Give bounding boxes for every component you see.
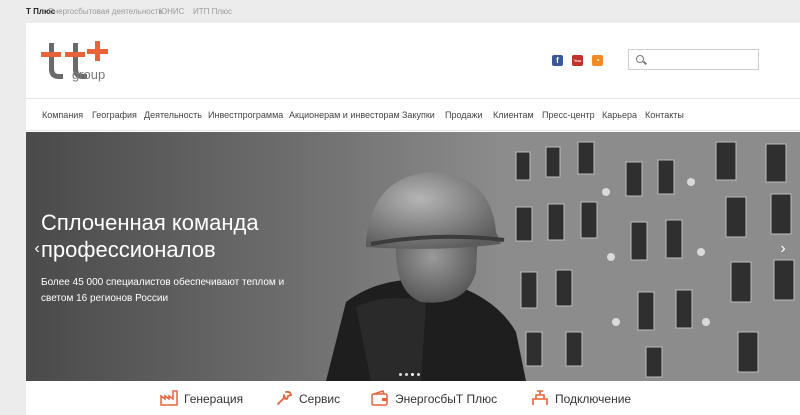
nav-item-press[interactable]: Пресс-центр	[542, 110, 595, 120]
facebook-icon[interactable]: f	[552, 55, 563, 66]
top-site-switcher: Т Плюс Энергосбытовая деятельность ЮНИС …	[0, 0, 800, 23]
main-nav: Компания География Деятельность Инвестпр…	[26, 99, 800, 130]
nav-item-company[interactable]: Компания	[42, 110, 83, 120]
nav-item-investors[interactable]: Акционерам и инвесторам	[289, 110, 400, 120]
logo-group-text: group	[72, 67, 106, 82]
nav-item-activity[interactable]: Деятельность	[144, 110, 202, 120]
slider-dot[interactable]	[417, 373, 420, 376]
chevron-right-icon[interactable]: ›	[776, 240, 790, 258]
nav-item-clients[interactable]: Клиентам	[493, 110, 534, 120]
site-link-itp[interactable]: ИТП Плюс	[193, 7, 232, 16]
wrench-icon	[277, 390, 293, 405]
search-input[interactable]	[649, 52, 755, 67]
slider-dot[interactable]	[405, 373, 408, 376]
service-label: Сервис	[299, 392, 341, 406]
service-label: ЭнергосбыТ Плюс	[395, 392, 498, 406]
nav-divider-bottom	[26, 130, 800, 131]
valve-icon	[532, 390, 548, 405]
youtube-icon[interactable]: You	[572, 55, 583, 66]
tplus-logo[interactable]	[37, 39, 117, 91]
slider-dot[interactable]	[399, 373, 402, 376]
services-bar: Генерация Сервис ЭнергосбыТ Плюс Подключ…	[26, 381, 800, 415]
nav-item-purchases[interactable]: Закупки	[402, 110, 435, 120]
search-icon[interactable]	[636, 55, 644, 63]
wallet-icon	[371, 390, 388, 406]
slider-dot[interactable]	[411, 373, 414, 376]
service-label: Генерация	[184, 392, 244, 406]
nav-item-career[interactable]: Карьера	[602, 110, 637, 120]
nav-item-investprogram[interactable]: Инвестпрограмма	[208, 110, 283, 120]
site-link-energosbyt[interactable]: Энергосбытовая деятельность	[48, 7, 163, 16]
rss-icon[interactable]: ◔	[592, 55, 603, 66]
factory-icon	[160, 390, 178, 406]
service-label: Подключение	[555, 392, 632, 406]
hero-slider[interactable]: Сплоченная команда профессионалов Более …	[26, 132, 800, 381]
chevron-left-icon[interactable]: ‹	[30, 240, 44, 258]
nav-item-contacts[interactable]: Контакты	[645, 110, 684, 120]
search-box[interactable]	[628, 49, 759, 70]
hero-title: Сплоченная команда профессионалов	[41, 210, 259, 262]
nav-item-sales[interactable]: Продажи	[445, 110, 483, 120]
nav-item-geography[interactable]: География	[92, 110, 137, 120]
page-container: group f You ◔ Компания География Деятель…	[26, 23, 800, 415]
site-link-unis[interactable]: ЮНИС	[159, 7, 184, 16]
hero-subtitle: Более 45 000 специалистов обеспечивают т…	[41, 277, 285, 304]
